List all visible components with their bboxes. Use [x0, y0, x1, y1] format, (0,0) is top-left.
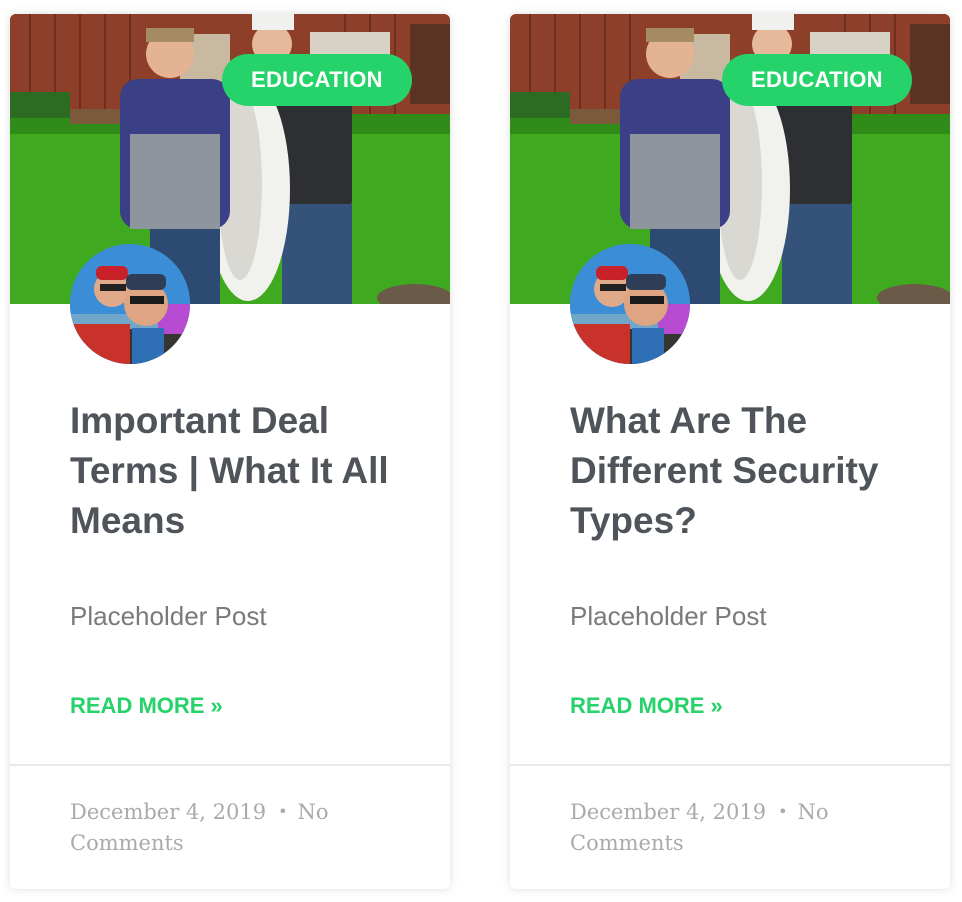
author-avatar-image — [570, 244, 690, 364]
post-excerpt: Placeholder Post — [570, 601, 767, 631]
post-title[interactable]: Important Deal Terms | What It All Means — [70, 396, 410, 546]
post-meta: December 4, 2019 • No Comments — [570, 796, 880, 859]
meta-separator: • — [278, 802, 288, 821]
category-badge[interactable]: EDUCATION — [222, 54, 412, 106]
post-meta: December 4, 2019 • No Comments — [70, 796, 380, 859]
read-more-link[interactable]: READ MORE » — [570, 692, 723, 720]
post-card: EDUCATION Important Deal Terms | What It… — [10, 14, 450, 889]
author-avatar[interactable] — [70, 244, 190, 364]
author-avatar[interactable] — [570, 244, 690, 364]
post-excerpt: Placeholder Post — [70, 601, 267, 631]
category-badge[interactable]: EDUCATION — [722, 54, 912, 106]
card-divider — [10, 764, 450, 766]
card-divider — [510, 764, 950, 766]
post-date: December 4, 2019 — [70, 800, 267, 824]
post-date: December 4, 2019 — [570, 800, 767, 824]
read-more-link[interactable]: READ MORE » — [70, 692, 223, 720]
author-avatar-image — [70, 244, 190, 364]
post-title[interactable]: What Are The Different Security Types? — [570, 396, 910, 546]
post-card: EDUCATION What Are The Different Securit… — [510, 14, 950, 889]
meta-separator: • — [778, 802, 788, 821]
